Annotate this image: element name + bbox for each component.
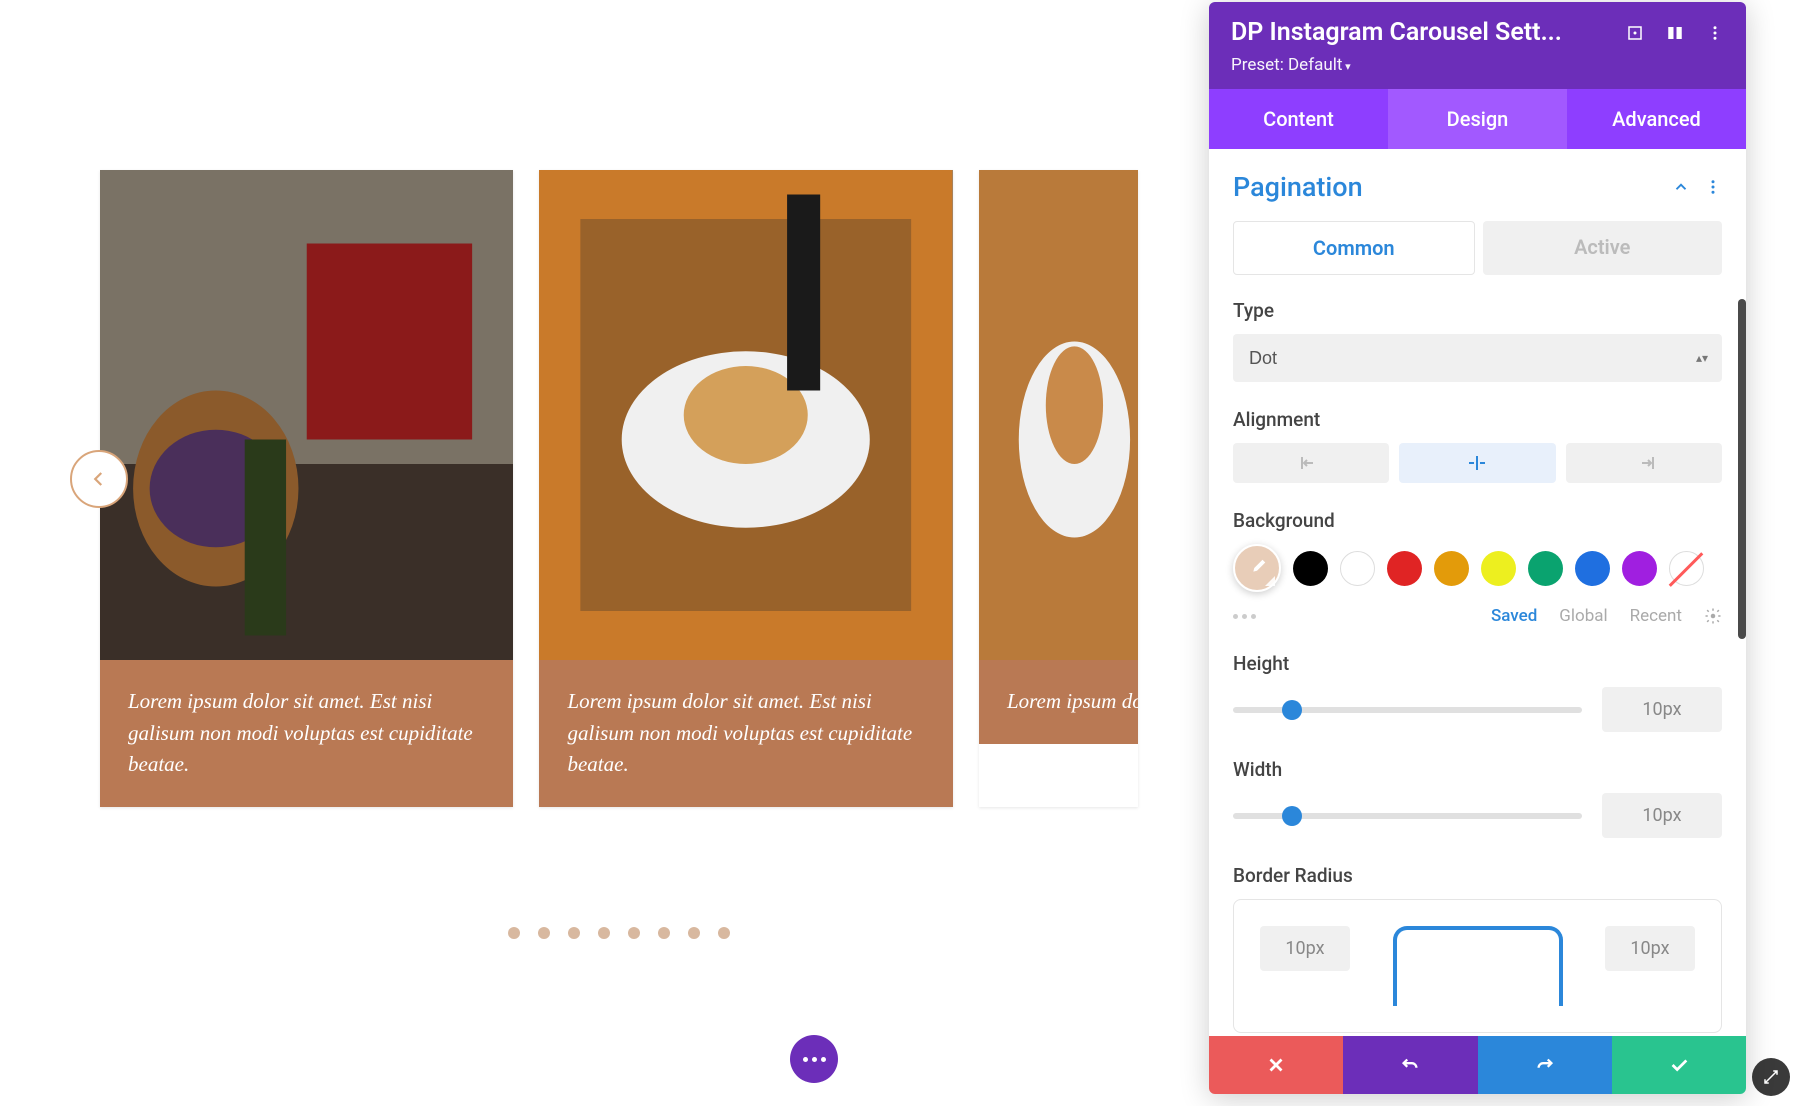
gear-icon[interactable] [1704,607,1722,625]
chevron-left-icon [90,470,108,488]
pagination-dot[interactable] [538,927,550,939]
preset-dropdown[interactable]: Preset: Default [1231,55,1724,75]
panel-title: DP Instagram Carousel Sett... [1231,18,1562,47]
cancel-button[interactable] [1209,1036,1343,1094]
kebab-menu-icon[interactable] [1706,24,1724,42]
swatch-tab-global[interactable]: Global [1559,606,1607,626]
save-button[interactable] [1612,1036,1746,1094]
more-swatches-icon[interactable] [1233,614,1256,619]
align-left-button[interactable] [1233,443,1389,483]
align-center-button[interactable] [1399,443,1555,483]
carousel: Lorem ipsum dolor sit amet. Est nisi gal… [100,170,1138,807]
align-left-icon [1299,455,1323,471]
color-swatch[interactable] [1340,551,1375,586]
expand-fab-button[interactable] [1752,1058,1790,1096]
tab-content[interactable]: Content [1209,89,1388,149]
pagination-dot[interactable] [688,927,700,939]
radius-label: Border Radius [1233,864,1722,887]
tab-advanced[interactable]: Advanced [1567,89,1746,149]
subtab-active[interactable]: Active [1483,221,1723,275]
sub-tabs: Common Active [1233,221,1722,275]
columns-icon[interactable] [1666,24,1684,42]
width-slider[interactable] [1233,813,1582,819]
card-image [979,170,1138,660]
expand-icon [1762,1068,1780,1086]
align-right-icon [1632,455,1656,471]
height-slider[interactable] [1233,707,1582,713]
color-swatch[interactable] [1293,551,1328,586]
pagination-dot[interactable] [718,927,730,939]
builder-fab-button[interactable] [790,1035,838,1083]
color-swatch-none[interactable] [1669,551,1704,586]
pagination-dot[interactable] [568,927,580,939]
color-swatch[interactable] [1387,551,1422,586]
height-value[interactable]: 10px [1602,687,1722,732]
scrollbar[interactable] [1738,299,1746,639]
card-image [100,170,513,660]
card-caption: Lorem ipsum dolor sit amet. Est nisi gal… [539,660,952,807]
align-right-button[interactable] [1566,443,1722,483]
tab-design[interactable]: Design [1388,89,1567,149]
panel-tabs: Content Design Advanced [1209,89,1746,149]
slider-thumb[interactable] [1282,700,1302,720]
kebab-menu-icon[interactable] [1704,178,1722,196]
slider-thumb[interactable] [1282,806,1302,826]
pagination-dot[interactable] [658,927,670,939]
expand-icon[interactable] [1626,24,1644,42]
background-label: Background [1233,509,1722,532]
color-swatch[interactable] [1575,551,1610,586]
swatch-tab-saved[interactable]: Saved [1491,606,1537,626]
width-label: Width [1233,758,1722,781]
carousel-prev-button[interactable] [70,450,128,508]
card-caption: Lorem ipsum dolor sit amet. Est nisi gal… [979,660,1138,744]
radius-preview [1393,926,1563,1006]
close-icon [1265,1054,1287,1076]
color-swatch[interactable] [1481,551,1516,586]
pagination-dot[interactable] [598,927,610,939]
height-label: Height [1233,652,1722,675]
type-label: Type [1233,299,1722,322]
pagination-dots [100,927,1138,939]
panel-header: DP Instagram Carousel Sett... Preset: De… [1209,2,1746,89]
settings-panel: DP Instagram Carousel Sett... Preset: De… [1209,2,1746,1094]
panel-body[interactable]: Pagination Common Active Type Dot ▴▾ Ali… [1209,149,1746,1036]
redo-icon [1534,1054,1556,1076]
align-center-icon [1465,455,1489,471]
chevron-up-icon[interactable] [1672,178,1690,196]
radius-tr-input[interactable]: 10px [1605,926,1695,971]
radius-tl-input[interactable]: 10px [1260,926,1350,971]
color-swatch[interactable] [1622,551,1657,586]
color-picker-button[interactable] [1233,544,1281,592]
pagination-dot[interactable] [628,927,640,939]
width-value[interactable]: 10px [1602,793,1722,838]
card-caption: Lorem ipsum dolor sit amet. Est nisi gal… [100,660,513,807]
color-swatches [1233,544,1722,592]
undo-icon [1399,1054,1421,1076]
alignment-label: Alignment [1233,408,1722,431]
pagination-dot[interactable] [508,927,520,939]
undo-button[interactable] [1343,1036,1477,1094]
redo-button[interactable] [1478,1036,1612,1094]
color-swatch[interactable] [1434,551,1469,586]
carousel-card[interactable]: Lorem ipsum dolor sit amet. Est nisi gal… [539,170,952,807]
type-select[interactable]: Dot [1233,334,1722,382]
subtab-common[interactable]: Common [1233,221,1475,275]
check-icon [1668,1054,1690,1076]
section-title[interactable]: Pagination [1233,171,1363,203]
color-swatch[interactable] [1528,551,1563,586]
page-canvas: Lorem ipsum dolor sit amet. Est nisi gal… [0,0,1238,1106]
carousel-card[interactable]: Lorem ipsum dolor sit amet. Est nisi gal… [100,170,513,807]
swatch-tab-recent[interactable]: Recent [1630,606,1682,626]
card-image [539,170,952,660]
carousel-card[interactable]: Lorem ipsum dolor sit amet. Est nisi gal… [979,170,1138,807]
panel-footer [1209,1036,1746,1094]
border-radius-control: 10px 10px [1233,899,1722,1033]
